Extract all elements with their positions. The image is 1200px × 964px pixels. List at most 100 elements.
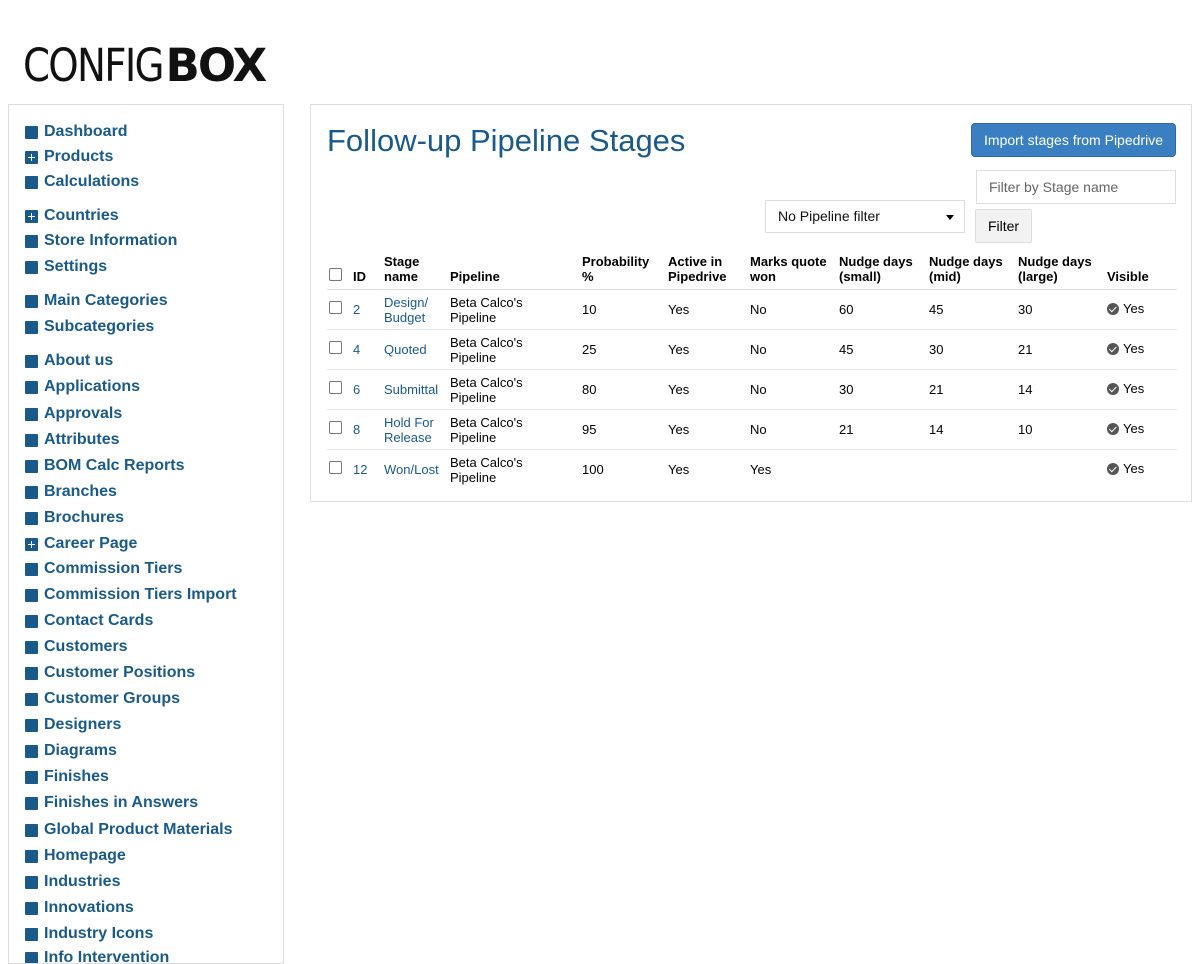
sidebar-item-applications[interactable]: Applications [25, 377, 140, 397]
stage-name-link[interactable]: Quoted [384, 342, 427, 357]
column-header-nudge-mid[interactable]: Nudge days(mid) [927, 254, 1016, 290]
pipeline-filter-select[interactable]: No Pipeline filter [765, 200, 965, 233]
square-icon [25, 615, 38, 628]
filter-button[interactable]: Filter [975, 209, 1032, 243]
sidebar-item-calculations[interactable]: Calculations [25, 172, 139, 192]
square-icon [25, 295, 38, 308]
sidebar-item-branches[interactable]: Branches [25, 482, 117, 502]
row-checkbox[interactable] [329, 341, 342, 354]
id-link[interactable]: 6 [353, 382, 360, 397]
sidebar-item-label: Branches [44, 482, 117, 502]
sidebar-item-customer-groups[interactable]: Customer Groups [25, 689, 180, 709]
sidebar-item-industry-icons[interactable]: Industry Icons [25, 924, 153, 944]
square-icon [25, 902, 38, 915]
id-link[interactable]: 4 [353, 342, 360, 357]
import-stages-button[interactable]: Import stages from Pipedrive [971, 123, 1176, 157]
stage-name-filter-input[interactable]: Filter by Stage name [976, 170, 1176, 204]
sidebar-item-customer-positions[interactable]: Customer Positions [25, 663, 195, 683]
select-all-checkbox[interactable] [329, 268, 342, 281]
plus-box-icon[interactable] [25, 151, 38, 164]
id-cell[interactable]: 12 [351, 450, 382, 490]
table-header-row: ID Stagename Pipeline Probability% Activ… [327, 254, 1177, 290]
id-link[interactable]: 8 [353, 422, 360, 437]
sidebar-item-customers[interactable]: Customers [25, 637, 128, 657]
sidebar-item-products[interactable]: Products [25, 147, 113, 167]
id-link[interactable]: 12 [353, 462, 367, 477]
id-cell[interactable]: 8 [351, 410, 382, 450]
plus-box-icon[interactable] [25, 210, 38, 223]
id-link[interactable]: 2 [353, 302, 360, 317]
id-cell[interactable]: 6 [351, 370, 382, 410]
column-header-marks-won[interactable]: Marks quotewon [748, 254, 837, 290]
visible-cell[interactable]: Yes [1105, 410, 1177, 450]
column-header-nudge-large[interactable]: Nudge days(large) [1016, 254, 1105, 290]
stage-name-link[interactable]: Won/Lost [384, 462, 439, 477]
row-checkbox[interactable] [329, 301, 342, 314]
row-checkbox[interactable] [329, 381, 342, 394]
sidebar-item-label: Contact Cards [44, 611, 153, 631]
probability-cell: 80 [580, 370, 666, 410]
sidebar-item-global-product-materials[interactable]: Global Product Materials [25, 820, 232, 840]
sidebar-item-about-us[interactable]: About us [25, 351, 113, 371]
column-header-visible[interactable]: Visible [1105, 254, 1177, 290]
sidebar-item-approvals[interactable]: Approvals [25, 404, 122, 424]
nudge-mid-cell: 14 [927, 410, 1016, 450]
sidebar-item-bom-calc-reports[interactable]: BOM Calc Reports [25, 456, 184, 476]
square-icon [25, 261, 38, 274]
sidebar-item-innovations[interactable]: Innovations [25, 898, 134, 918]
stage-name-link[interactable]: Hold ForRelease [384, 415, 434, 445]
column-header-stage-name[interactable]: Stagename [382, 254, 448, 290]
sidebar-item-dashboard[interactable]: Dashboard [25, 122, 128, 142]
sidebar-item-commission-tiers-import[interactable]: Commission Tiers Import [25, 585, 237, 605]
column-header-nudge-small[interactable]: Nudge days(small) [837, 254, 927, 290]
sidebar-item-designers[interactable]: Designers [25, 715, 121, 735]
column-header-id[interactable]: ID [351, 254, 382, 290]
sidebar-item-subcategories[interactable]: Subcategories [25, 317, 154, 337]
square-icon [25, 126, 38, 139]
sidebar-item-label: Industry Icons [44, 924, 153, 944]
sidebar-item-diagrams[interactable]: Diagrams [25, 741, 117, 761]
sidebar-item-career-page[interactable]: Career Page [25, 534, 137, 554]
sidebar-item-homepage[interactable]: Homepage [25, 846, 126, 866]
stage-name-cell[interactable]: Hold ForRelease [382, 410, 448, 450]
stage-name-cell[interactable]: Won/Lost [382, 450, 448, 490]
sidebar-item-label: Finishes [44, 767, 109, 787]
stage-name-cell[interactable]: Design/Budget [382, 290, 448, 330]
stage-name-cell[interactable]: Submittal [382, 370, 448, 410]
plus-box-icon[interactable] [25, 538, 38, 551]
probability-cell: 25 [580, 330, 666, 370]
row-checkbox[interactable] [329, 421, 342, 434]
sidebar-item-label: Diagrams [44, 741, 117, 761]
id-cell[interactable]: 4 [351, 330, 382, 370]
square-icon [25, 667, 38, 680]
stage-name-link[interactable]: Submittal [384, 382, 438, 397]
sidebar-item-store-information[interactable]: Store Information [25, 231, 177, 251]
sidebar-item-finishes-in-answers[interactable]: Finishes in Answers [25, 793, 198, 813]
sidebar-item-settings[interactable]: Settings [25, 257, 107, 277]
row-checkbox[interactable] [329, 461, 342, 474]
sidebar-item-finishes[interactable]: Finishes [25, 767, 109, 787]
stage-name-cell[interactable]: Quoted [382, 330, 448, 370]
column-header-active[interactable]: Active inPipedrive [666, 254, 748, 290]
column-header-pipeline[interactable]: Pipeline [448, 254, 580, 290]
active-cell: Yes [666, 330, 748, 370]
visible-cell[interactable]: Yes [1105, 450, 1177, 490]
nudge-small-cell: 21 [837, 410, 927, 450]
stage-name-link[interactable]: Design/Budget [384, 295, 428, 325]
column-header-probability[interactable]: Probability% [580, 254, 666, 290]
sidebar-item-brochures[interactable]: Brochures [25, 508, 124, 528]
visible-cell[interactable]: Yes [1105, 330, 1177, 370]
visible-cell[interactable]: Yes [1105, 370, 1177, 410]
pipeline-filter-value: No Pipeline filter [778, 208, 880, 224]
sidebar-item-info-intervention[interactable]: Info Intervention [25, 948, 169, 964]
sidebar-item-industries[interactable]: Industries [25, 872, 120, 892]
visible-cell[interactable]: Yes [1105, 290, 1177, 330]
sidebar-item-countries[interactable]: Countries [25, 206, 119, 226]
sidebar-item-main-categories[interactable]: Main Categories [25, 291, 168, 311]
nudge-small-cell: 60 [837, 290, 927, 330]
sidebar-item-commission-tiers[interactable]: Commission Tiers [25, 559, 182, 579]
sidebar-item-contact-cards[interactable]: Contact Cards [25, 611, 153, 631]
active-cell: Yes [666, 410, 748, 450]
sidebar-item-attributes[interactable]: Attributes [25, 430, 120, 450]
id-cell[interactable]: 2 [351, 290, 382, 330]
